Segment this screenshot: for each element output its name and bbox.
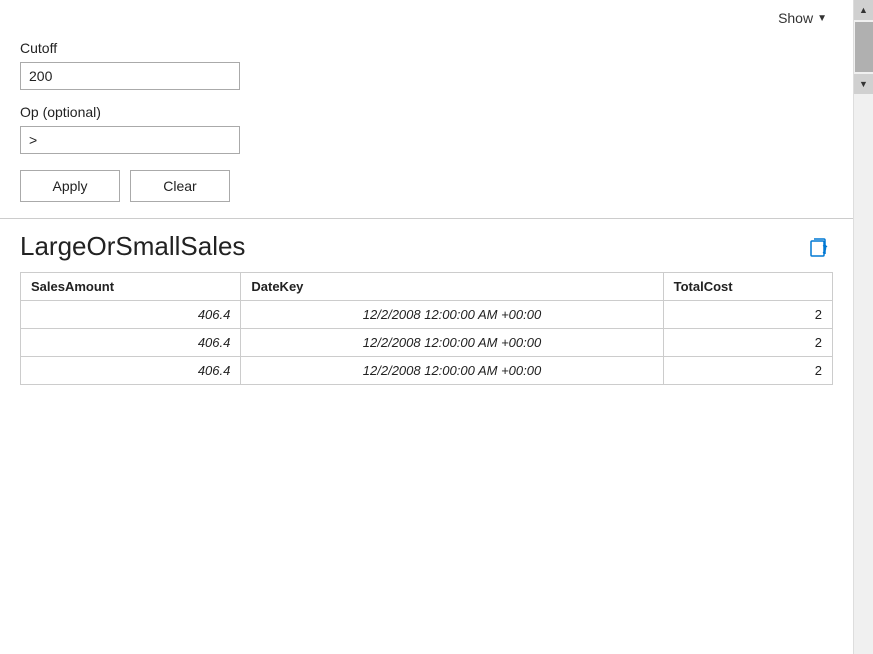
cutoff-group: Cutoff: [20, 40, 833, 90]
col-header-sales-amount: SalesAmount: [21, 273, 241, 301]
table-row: 406.4 12/2/2008 12:00:00 AM +00:00 2: [21, 329, 833, 357]
show-button[interactable]: Show ▼: [778, 10, 827, 26]
op-label: Op (optional): [20, 104, 833, 120]
main-content: Show ▼ Cutoff Op (optional) Apply: [0, 0, 853, 654]
table-row: 406.4 12/2/2008 12:00:00 AM +00:00 2: [21, 301, 833, 329]
cell-total-cost-1: 2: [663, 329, 832, 357]
cutoff-input[interactable]: [20, 62, 240, 90]
scroll-down-button[interactable]: ▼: [854, 74, 873, 94]
op-group: Op (optional): [20, 104, 833, 154]
cell-total-cost-0: 2: [663, 301, 832, 329]
data-table: SalesAmount DateKey TotalCost: [20, 272, 833, 385]
col-header-date-key: DateKey: [241, 273, 663, 301]
cell-sales-amount-0: 406.4: [21, 301, 241, 329]
col-header-total-cost: TotalCost: [663, 273, 832, 301]
cell-date-key-0: 12/2/2008 12:00:00 AM +00:00: [241, 301, 663, 329]
cell-date-key-1: 12/2/2008 12:00:00 AM +00:00: [241, 329, 663, 357]
filter-panel: Cutoff Op (optional) Apply Clear: [0, 30, 853, 202]
content-area: Show ▼ Cutoff Op (optional) Apply: [0, 0, 873, 654]
table-row: 406.4 12/2/2008 12:00:00 AM +00:00 2: [21, 357, 833, 385]
section-divider: [0, 218, 853, 219]
table-wrapper: SalesAmount DateKey TotalCost: [20, 272, 833, 385]
side-scrollbar: ▲ ▼: [853, 0, 873, 654]
top-header: Show ▼: [0, 0, 853, 30]
results-header: LargeOrSmallSales: [20, 231, 833, 262]
cell-total-cost-2: 2: [663, 357, 832, 385]
cell-date-key-2: 12/2/2008 12:00:00 AM +00:00: [241, 357, 663, 385]
op-input[interactable]: [20, 126, 240, 154]
cell-sales-amount-2: 406.4: [21, 357, 241, 385]
cell-sales-amount-1: 406.4: [21, 329, 241, 357]
button-row: Apply Clear: [20, 170, 833, 202]
results-title: LargeOrSmallSales: [20, 231, 245, 262]
table-header-row: SalesAmount DateKey TotalCost: [21, 273, 833, 301]
cutoff-label: Cutoff: [20, 40, 833, 56]
results-section: LargeOrSmallSales: [0, 231, 853, 385]
clear-button[interactable]: Clear: [130, 170, 230, 202]
refresh-icon[interactable]: [805, 233, 833, 261]
show-dropdown-arrow: ▼: [817, 13, 827, 24]
scrollbar-thumb[interactable]: [855, 22, 873, 72]
apply-button[interactable]: Apply: [20, 170, 120, 202]
page: Show ▼ Cutoff Op (optional) Apply: [0, 0, 873, 654]
show-label: Show: [778, 10, 813, 26]
scroll-up-button[interactable]: ▲: [854, 0, 873, 20]
